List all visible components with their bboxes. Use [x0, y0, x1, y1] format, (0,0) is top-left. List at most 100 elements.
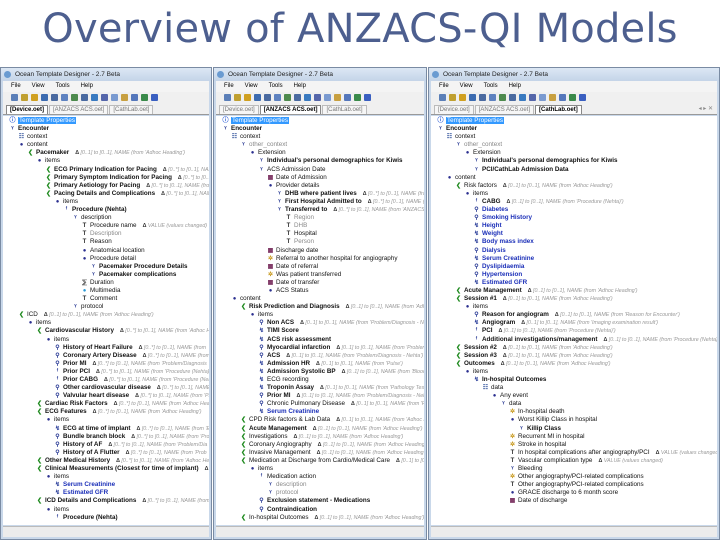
menu-file[interactable]: File: [439, 83, 449, 92]
tree-node[interactable]: ❮ Medication at Discharge from Cardio/Med…: [216, 457, 424, 465]
toolbar-button-icon[interactable]: [324, 94, 331, 101]
tree-node[interactable]: ᶠ Additional investigations/management [0.…: [431, 336, 717, 344]
toolbar-button-icon[interactable]: [111, 94, 118, 101]
tree-node[interactable]: ● Procedure detail: [3, 255, 209, 263]
toolbar-button-icon[interactable]: [284, 94, 291, 101]
tree-node[interactable]: ᵞ PCI/CathLab Admission Data: [431, 166, 717, 174]
tree-node[interactable]: ⚲Other cardiovascular disease [0..*] to […: [3, 384, 209, 392]
tree-node[interactable]: ↯ Weight: [431, 230, 717, 238]
tree-node[interactable]: ❮Coronary Angiography [0..1] to [0..1], N…: [216, 441, 424, 449]
tree-node[interactable]: ⚲Bundle branch block [0..*] to [0..1], NA…: [3, 433, 209, 441]
toolbar-button-icon[interactable]: [51, 94, 58, 101]
tree-node[interactable]: ⚲ACS [0..1] to [0..1], NAME (from 'Proble…: [216, 352, 424, 360]
tree-node[interactable]: ● items: [3, 336, 209, 344]
tree-node[interactable]: ● items: [3, 319, 209, 327]
tree-node[interactable]: ↯ECG at time of implant [0..*] to [0..1],…: [3, 425, 209, 433]
tree-node[interactable]: ❮Pacemaker [0..1] to [0..1], NAME (from '…: [3, 149, 209, 157]
tree-node[interactable]: ↯ Serum Creatinine: [3, 481, 209, 489]
toolbar-button-icon[interactable]: [479, 94, 486, 101]
toolbar-button-icon[interactable]: [121, 94, 128, 101]
tree-node[interactable]: ● items: [431, 303, 717, 311]
tree-node[interactable]: ● Extension: [216, 149, 424, 157]
toolbar-button-icon[interactable]: [274, 94, 281, 101]
tree-node[interactable]: ⚲ Diabetes: [431, 206, 717, 214]
toolbar-button-icon[interactable]: [364, 94, 371, 101]
tree-node[interactable]: ❮ECG Primary Indication for Pacing [0..*]…: [3, 166, 209, 174]
tree-node[interactable]: ↯ Serum Creatinine: [216, 408, 424, 416]
tree-node[interactable]: ● Worst Killip Class in hospital: [431, 416, 717, 424]
tree-node[interactable]: TProcedure name VALUE (values changed): [3, 222, 209, 230]
tree-node[interactable]: ❮Acute Management [0..1] to [0..1], NAME …: [431, 287, 717, 295]
tab-deviceoet[interactable]: [Device.oet]: [219, 105, 259, 114]
tree-node[interactable]: ⚲ Contraindication: [216, 506, 424, 514]
toolbar-button-icon[interactable]: [529, 94, 536, 101]
menu-view[interactable]: View: [32, 83, 45, 92]
tree-node[interactable]: ⚲Chronic Pulmonary Disease [0..1] to [0..…: [216, 400, 424, 408]
tab-anzacs-acsoet[interactable]: [ANZACS ACS.oet]: [259, 105, 322, 114]
tree-node[interactable]: ↯Troponin Assay [0..1] to [0..1], NAME (f…: [216, 384, 424, 392]
tree-node[interactable]: ↯ Serum Creatinine: [431, 255, 717, 263]
toolbar-button-icon[interactable]: [141, 94, 148, 101]
tree-node[interactable]: ᶠ Medication action: [216, 473, 424, 481]
tree-node[interactable]: ❮Session #1 [0..1] to [0..1], NAME (from …: [431, 295, 717, 303]
tree-node[interactable]: ● items: [216, 311, 424, 319]
toolbar-button-icon[interactable]: [354, 94, 361, 101]
toolbar-button-icon[interactable]: [151, 94, 158, 101]
tree-node[interactable]: ● Provider details: [216, 182, 424, 190]
tab-deviceoet[interactable]: [Device.oet]: [6, 105, 49, 114]
tree-node[interactable]: ⚲ Dyslipidaemia: [431, 263, 717, 271]
tree-node[interactable]: ❮Other Medical History [0..*] to [0..1], …: [3, 457, 209, 465]
menu-file[interactable]: File: [11, 83, 21, 92]
toolbar-button-icon[interactable]: [569, 94, 576, 101]
tree-node[interactable]: ↯ ECG recording: [216, 376, 424, 384]
tree-node[interactable]: ᵞ protocol: [3, 303, 209, 311]
toolbar-button-icon[interactable]: [71, 94, 78, 101]
tree-node[interactable]: ▦ Date of discharge: [431, 497, 717, 505]
toolbar-button-icon[interactable]: [244, 94, 251, 101]
tree-node[interactable]: ● items: [3, 416, 209, 424]
tree-node[interactable]: ● Multimedia: [3, 287, 209, 295]
tree-node[interactable]: ᵞ First Hospital Admitted to [0..*] to [0.…: [216, 198, 424, 206]
tree-node[interactable]: T In hospital complications after angiogr…: [431, 449, 717, 457]
tree-node[interactable]: ● Extension: [431, 149, 717, 157]
tree-node[interactable]: T Description: [3, 230, 209, 238]
toolbar-button-icon[interactable]: [334, 94, 341, 101]
tree-node[interactable]: ⓘ Template Properties: [3, 117, 209, 125]
tree-node[interactable]: T Reason: [3, 238, 209, 246]
tree-node[interactable]: ᵞ Individual's personal demographics for …: [216, 157, 424, 165]
tree-node[interactable]: ⚲ Smoking History: [431, 214, 717, 222]
tree-node[interactable]: ● Any event: [431, 392, 717, 400]
toolbar-button-icon[interactable]: [61, 94, 68, 101]
menu-tools[interactable]: Tools: [269, 83, 283, 92]
tree-node[interactable]: ⚲Coronary Artery Disease [0..*] to [0..1]…: [3, 352, 209, 360]
tree-node[interactable]: ❮Cardiovascular History [0..*] to [0..1],…: [3, 327, 209, 335]
toolbar-button-icon[interactable]: [21, 94, 28, 101]
tree-node[interactable]: ● content: [431, 174, 717, 182]
tree-node[interactable]: T Hospital: [216, 230, 424, 238]
tree-node[interactable]: ⚲ Dialysis: [431, 247, 717, 255]
tree-node[interactable]: ᵞ Encounter: [431, 125, 717, 133]
tree-node[interactable]: ● content: [216, 295, 424, 303]
tab-anzacs-acsoet[interactable]: [ANZACS ACS.oet]: [474, 105, 535, 114]
tree-node[interactable]: ✲ In-hospital death: [431, 408, 717, 416]
tree-node[interactable]: ● items: [431, 368, 717, 376]
tree-node[interactable]: ❮Primary Symptom Indication for Pacing [0…: [3, 174, 209, 182]
tree-node[interactable]: ▦ Discharge date: [216, 247, 424, 255]
tree-node[interactable]: ● GRACE discharge to 6 month score: [431, 489, 717, 497]
toolbar-button-icon[interactable]: [304, 94, 311, 101]
tree-node[interactable]: ▦ Date of Admission: [216, 174, 424, 182]
tree-node[interactable]: ⚲Myocardial infarction [0..1] to [0..1], …: [216, 344, 424, 352]
tree-node[interactable]: ❮Risk factors [0..1] to [0..1], NAME (fro…: [431, 182, 717, 190]
toolbar-button-icon[interactable]: [449, 94, 456, 101]
tree-node[interactable]: ᵞ DHB where patient lives [0..*] to [0..1]…: [216, 190, 424, 198]
tree-node[interactable]: ↯ ACS risk assessment: [216, 336, 424, 344]
tree-node[interactable]: ❮Investigations [0..1] to [0..1], NAME (f…: [216, 433, 424, 441]
toolbar-button-icon[interactable]: [41, 94, 48, 101]
menu-tools[interactable]: Tools: [56, 83, 70, 92]
tree-node[interactable]: ❮Session #2 [0..1] to [0..1], NAME (from …: [431, 344, 717, 352]
tree-node[interactable]: ↯ Estimated GFR: [3, 489, 209, 497]
tree-node[interactable]: ❮ICD Details and Complications [0..*] to …: [3, 497, 209, 505]
toolbar-button-icon[interactable]: [489, 94, 496, 101]
toolbar-button-icon[interactable]: [519, 94, 526, 101]
toolbar-button-icon[interactable]: [559, 94, 566, 101]
